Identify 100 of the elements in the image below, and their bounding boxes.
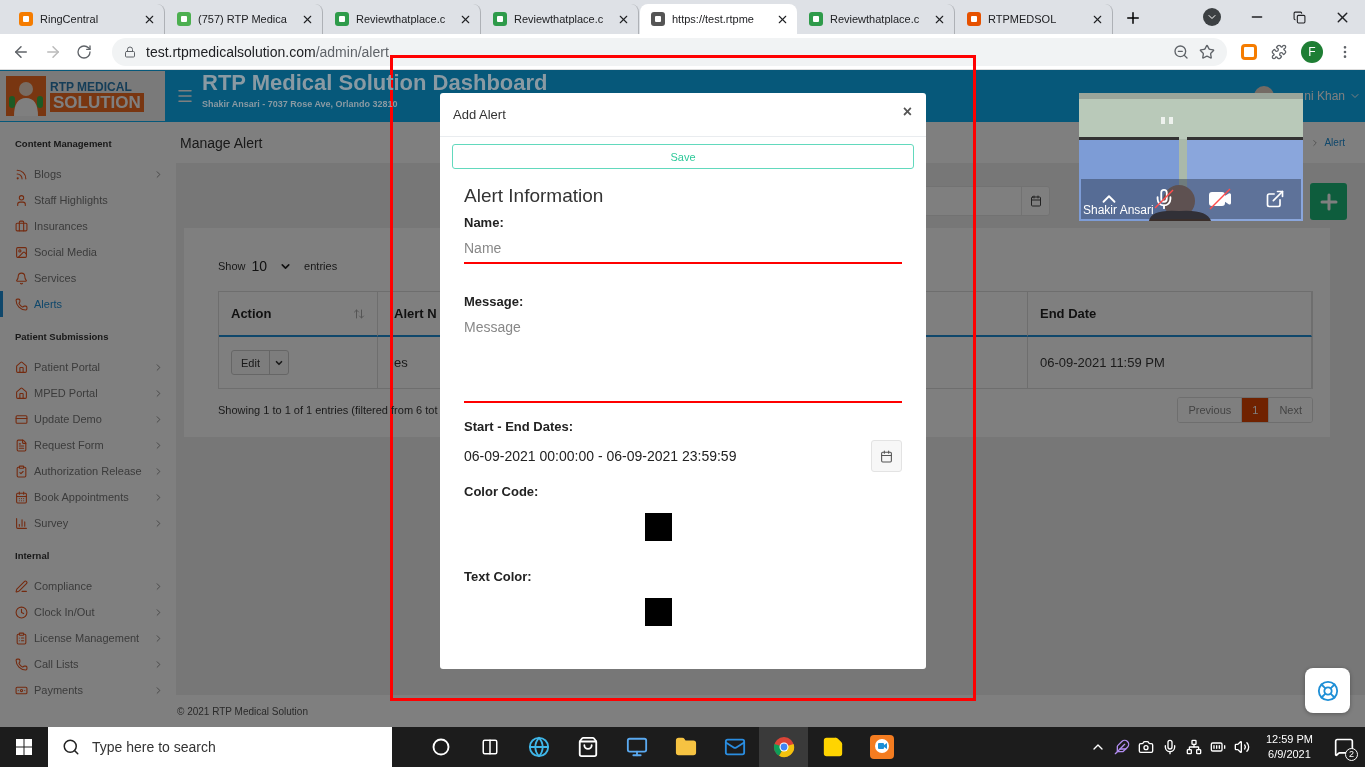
favicon-icon	[334, 11, 350, 27]
popout-icon[interactable]	[1264, 189, 1285, 209]
sidebar-item[interactable]: Patient Portal	[0, 354, 176, 380]
browser-tab[interactable]: https://test.rtpme	[640, 4, 797, 34]
field-label: Color Code:	[464, 484, 540, 499]
favicon-icon	[966, 11, 982, 27]
network-icon[interactable]	[1185, 739, 1202, 755]
sidebar-item[interactable]: Authorization Release	[0, 458, 176, 484]
column-header[interactable]: Alert N	[394, 306, 437, 321]
restore-icon[interactable]	[1293, 10, 1306, 24]
zoom-icon[interactable]	[1173, 43, 1189, 60]
field-label: Message:	[464, 294, 525, 309]
tab-search-button[interactable]	[1203, 8, 1221, 26]
sidebar-item[interactable]: Survey	[0, 510, 176, 536]
sidebar-item[interactable]: Payments	[0, 677, 176, 703]
calendar-icon	[1029, 195, 1042, 207]
phone-icon	[15, 297, 28, 311]
sidebar-item[interactable]: MPED Portal	[0, 380, 176, 406]
battery-icon[interactable]	[1209, 739, 1226, 755]
sidebar-item[interactable]: Blogs	[0, 161, 176, 187]
sidebar-item[interactable]: Compliance	[0, 573, 176, 599]
logo-icon	[6, 76, 46, 116]
shopping-bag-icon[interactable]	[576, 736, 599, 758]
clipboard-check-icon	[15, 464, 28, 478]
table-cell: es	[394, 355, 408, 370]
monitor-icon[interactable]	[625, 736, 648, 758]
house-icon	[15, 360, 28, 374]
bookmark-icon[interactable]	[1199, 43, 1215, 60]
windows-icon[interactable]	[16, 739, 32, 755]
circle-icon[interactable]	[431, 738, 450, 756]
volume-icon[interactable]	[1233, 739, 1250, 755]
save-button[interactable]: Save	[452, 144, 914, 169]
pagination-button[interactable]: Next	[1268, 398, 1312, 422]
column-header[interactable]: Action	[231, 306, 272, 321]
profile-avatar[interactable]: F	[1301, 40, 1323, 63]
search-icon	[62, 738, 80, 756]
pagination-button[interactable]: 1	[1241, 398, 1269, 422]
sidebar-item[interactable]: Services	[0, 265, 176, 291]
breadcrumb-link[interactable]: Alert	[1324, 137, 1345, 148]
table-cell: 06-09-2021 11:59 PM	[1040, 355, 1165, 370]
extensions-icon[interactable]	[1271, 43, 1287, 60]
column-header[interactable]: End Date	[1040, 306, 1097, 321]
field-label: Text Color:	[464, 569, 533, 584]
bell-icon	[15, 271, 28, 285]
color-swatch[interactable]	[645, 598, 672, 626]
microphone-icon[interactable]	[1152, 188, 1175, 210]
footer-text: © 2021 RTP Medical Solution	[177, 705, 308, 717]
chrome-icon	[772, 736, 795, 758]
calendar-icon	[15, 490, 28, 504]
user-name[interactable]: ni Khan	[1304, 89, 1345, 103]
page-size-select[interactable]: 10	[251, 258, 299, 274]
field-label: Start - End Dates:	[464, 419, 575, 434]
calendar-button[interactable]	[871, 440, 902, 472]
mail-icon[interactable]	[723, 736, 746, 758]
date-range-value: 06-09-2021 00:00:00 - 06-09-2021 23:59:59	[464, 448, 737, 464]
notifications-button[interactable]: 2	[1329, 731, 1359, 763]
feather-icon[interactable]	[1113, 739, 1130, 755]
reload-icon[interactable]	[76, 43, 92, 60]
sidebar-item[interactable]: Request Form	[0, 432, 176, 458]
dialog-title: Add Alert	[453, 107, 506, 122]
sidebar-item[interactable]: Call Lists	[0, 651, 176, 677]
task-view-icon[interactable]	[480, 738, 499, 756]
field-label: Name:	[464, 215, 505, 230]
clipboard-icon	[15, 631, 28, 645]
logo-text: RTP MEDICAL	[50, 80, 133, 93]
rss-icon	[15, 167, 28, 181]
camera-icon[interactable]	[1137, 739, 1154, 755]
globe-icon[interactable]	[527, 736, 550, 758]
participant-name: Shakir Ansari	[1083, 203, 1154, 217]
sidebar-item[interactable]: Book Appointments	[0, 484, 176, 510]
sidebar-item[interactable]: Clock In/Out	[0, 599, 176, 625]
logo-text: SOLUTION	[50, 92, 144, 112]
taskbar-button[interactable]	[759, 727, 808, 767]
new-tab-icon[interactable]	[1124, 9, 1142, 27]
briefcase-icon	[15, 219, 28, 233]
sidebar-item[interactable]: Update Demo	[0, 406, 176, 432]
house-icon	[15, 386, 28, 400]
folder-icon[interactable]	[674, 736, 697, 758]
sticky-note-icon[interactable]	[821, 736, 844, 758]
clock-button[interactable]: 12:59 PM 6/9/2021	[1265, 732, 1313, 762]
taskbar-search-field[interactable]: Type here to search	[48, 727, 392, 767]
section-title: Patient Submissions	[14, 331, 110, 344]
help-button[interactable]	[1305, 668, 1350, 713]
sidebar-item[interactable]: License Management	[0, 625, 176, 651]
show-label: Show	[218, 260, 246, 272]
video-app-icon[interactable]	[869, 735, 894, 759]
favicon-icon	[18, 11, 34, 27]
lifebuoy-icon	[1316, 679, 1339, 702]
clock-icon	[15, 605, 28, 619]
color-swatch[interactable]	[645, 513, 672, 541]
address-field[interactable]: test.rtpmedicalsolution.com/admin/alert	[112, 37, 1227, 66]
extension-icon[interactable]	[1241, 43, 1257, 60]
sidebar-item[interactable]: Insurances	[0, 213, 176, 239]
card-icon	[15, 412, 28, 426]
bar-chart-icon	[15, 516, 28, 530]
close-button[interactable]: ×	[900, 103, 914, 120]
user-icon	[15, 193, 28, 207]
document-icon	[15, 438, 28, 452]
sidebar-item[interactable]: Social Media	[0, 239, 176, 265]
sidebar-item[interactable]: Staff Highlights	[0, 187, 176, 213]
